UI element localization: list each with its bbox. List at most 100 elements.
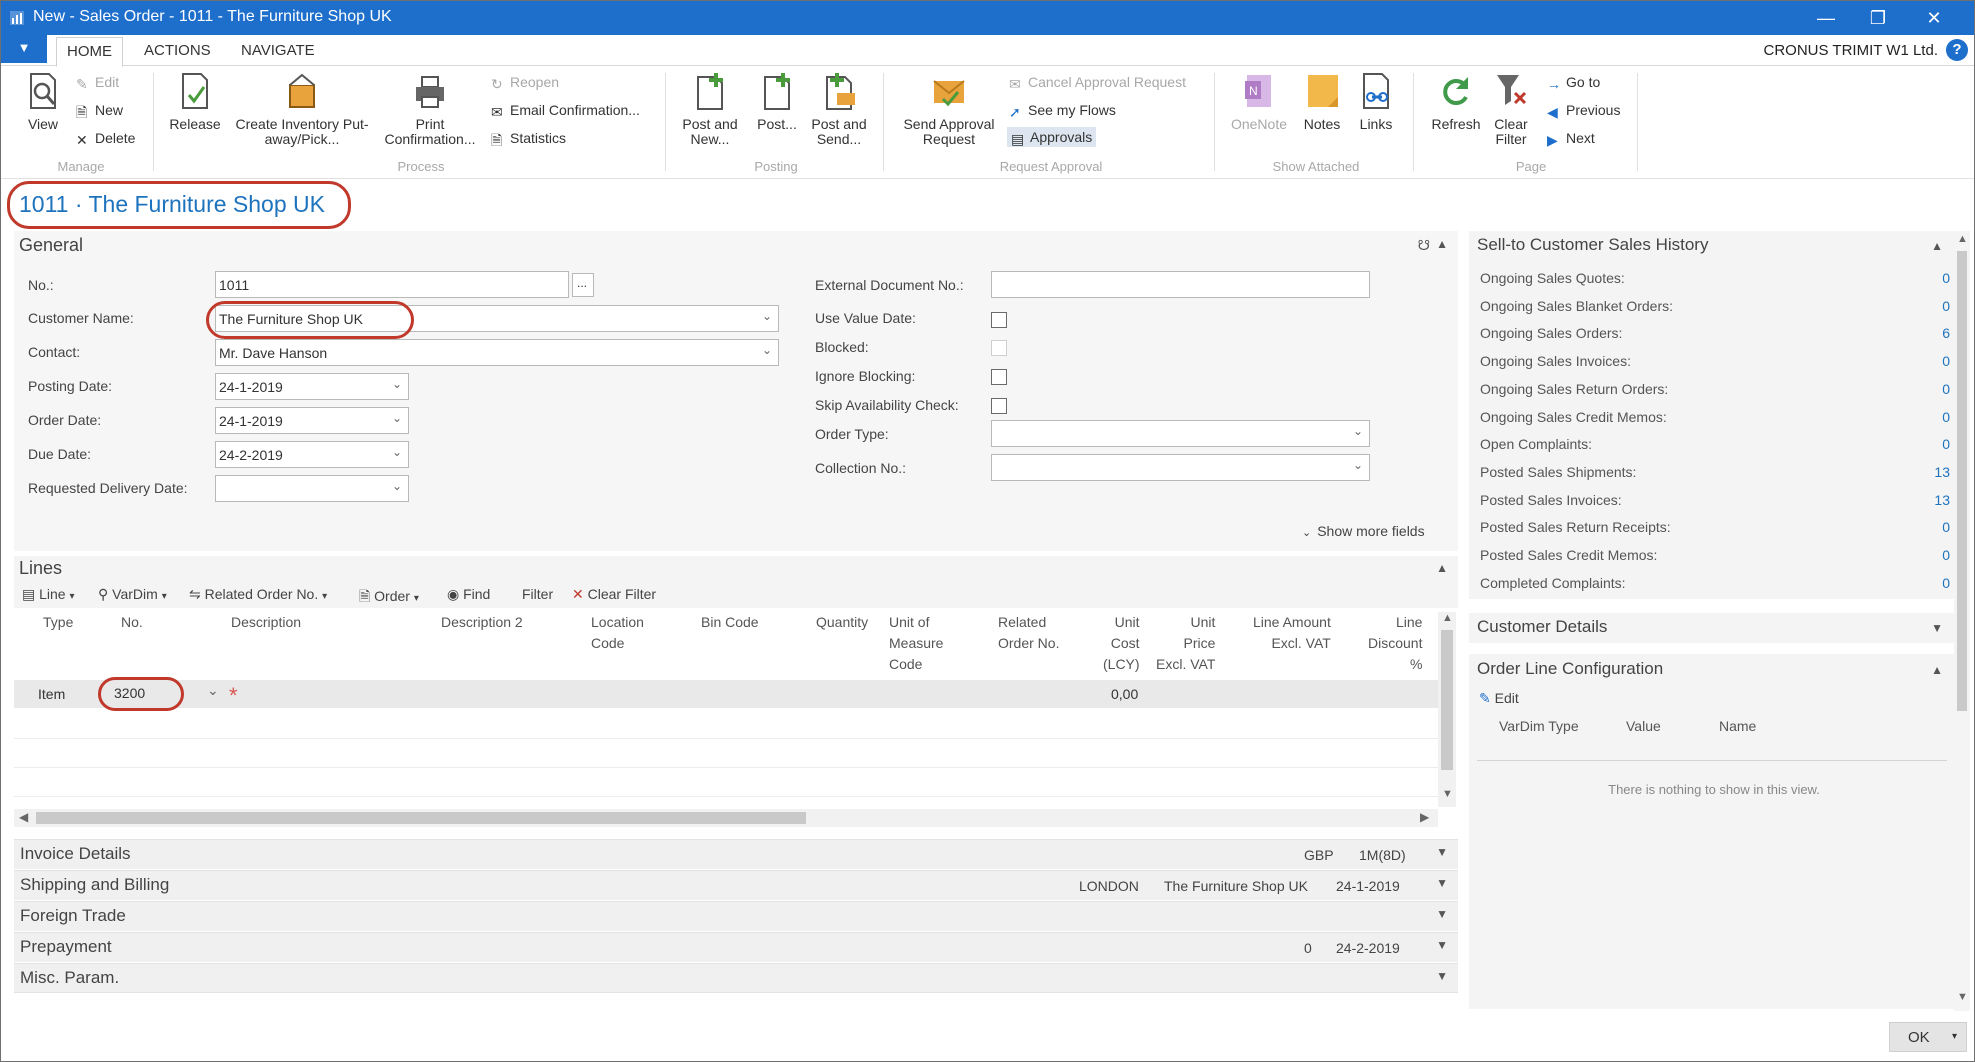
print-confirmation-button[interactable]: Print Confirmation... [379, 71, 481, 147]
history-value[interactable]: 0 [1942, 409, 1950, 425]
col-quantity[interactable]: Quantity [816, 612, 868, 633]
fasttab-foreign-trade[interactable]: Foreign Trade ▼ [14, 901, 1458, 931]
col-no[interactable]: No. [121, 612, 143, 633]
onenote-button[interactable]: N OneNote [1225, 71, 1293, 132]
col-unit-of-measure-code[interactable]: Unit of Measure Code [889, 612, 943, 675]
history-row[interactable]: Ongoing Sales Orders: 6 [1480, 325, 1962, 341]
history-value[interactable]: 13 [1934, 464, 1950, 480]
collection-no-field[interactable]: ⌄ [991, 454, 1370, 481]
use-value-date-checkbox[interactable] [991, 312, 1007, 328]
fasttab-invoice-details[interactable]: Invoice Details GBP 1M(8D) ▼ [14, 839, 1458, 869]
table-row[interactable]: Item 3200 ⌄ * 0,00 [14, 680, 1438, 708]
ok-button[interactable]: OK ▾ [1889, 1022, 1967, 1052]
chevron-down-icon[interactable]: ⌄ [762, 309, 772, 323]
col-unit-cost[interactable]: Unit Cost (LCY) [1103, 612, 1140, 675]
next-button[interactable]: ▶ Next [1547, 129, 1595, 148]
fasttab-prepayment[interactable]: Prepayment 0 24-2-2019 ▼ [14, 932, 1458, 962]
olc-edit-button[interactable]: ✎ Edit [1479, 690, 1519, 707]
col-description-2[interactable]: Description 2 [441, 612, 523, 633]
chevron-down-icon[interactable]: ⌄ [207, 682, 219, 699]
chevron-down-icon[interactable]: ▼ [1436, 845, 1448, 859]
order-date-field[interactable]: 24-1-2019 ⌄ [215, 407, 409, 434]
pin-icon[interactable]: ☋ [1418, 237, 1430, 254]
help-icon[interactable]: ? [1946, 39, 1968, 61]
history-value[interactable]: 0 [1942, 270, 1950, 286]
clear-filter-button[interactable]: Clear Filter [1491, 71, 1531, 147]
refresh-button[interactable]: Refresh [1421, 71, 1491, 132]
due-date-field[interactable]: 24-2-2019 ⌄ [215, 441, 409, 468]
ignore-blocking-checkbox[interactable] [991, 369, 1007, 385]
chevron-down-icon[interactable]: ⌄ [762, 343, 772, 357]
release-button[interactable]: Release [167, 71, 223, 132]
history-value[interactable]: 13 [1934, 492, 1950, 508]
tab-home[interactable]: HOME [56, 37, 123, 67]
chevron-down-icon[interactable]: ⌄ [392, 445, 402, 459]
line-menu[interactable]: ▤ Line ▾ [22, 586, 75, 603]
col-location-code[interactable]: Location Code [591, 612, 644, 654]
row-unit-cost[interactable]: 0,00 [1111, 686, 1138, 702]
olc-col-value[interactable]: Value [1626, 718, 1661, 734]
history-value[interactable]: 0 [1942, 519, 1950, 535]
email-confirmation-button[interactable]: ✉ Email Confirmation... [491, 101, 640, 120]
order-menu[interactable]: 🗎 Order ▾ [359, 586, 419, 610]
create-inventory-button[interactable]: Create Inventory Put-away/Pick... [227, 71, 377, 147]
post-button[interactable]: Post... [751, 71, 803, 132]
scroll-down-icon[interactable]: ▼ [1442, 788, 1453, 800]
collapse-icon[interactable]: ▲ [1931, 239, 1943, 253]
history-row[interactable]: Posted Sales Shipments: 13 [1480, 464, 1962, 480]
requested-delivery-date-field[interactable]: ⌄ [215, 475, 409, 502]
notes-button[interactable]: Notes [1297, 71, 1347, 132]
find-button[interactable]: ◉ Find [447, 586, 490, 603]
scroll-up-icon[interactable]: ▲ [1957, 233, 1968, 245]
chevron-down-icon[interactable]: ⌄ [1353, 424, 1363, 438]
history-row[interactable]: Posted Sales Credit Memos: 0 [1480, 547, 1962, 563]
history-row[interactable]: Ongoing Sales Blanket Orders: 0 [1480, 298, 1962, 314]
history-row[interactable]: Ongoing Sales Credit Memos: 0 [1480, 409, 1962, 425]
post-and-new-button[interactable]: Post and New... [673, 71, 747, 147]
chevron-down-icon[interactable]: ▼ [1436, 907, 1448, 921]
history-row[interactable]: Ongoing Sales Invoices: 0 [1480, 353, 1962, 369]
history-row[interactable]: Open Complaints: 0 [1480, 436, 1962, 452]
approvals-button[interactable]: ▤ Approvals [1007, 127, 1097, 147]
history-value[interactable]: 0 [1942, 381, 1950, 397]
fasttab-shipping-billing[interactable]: Shipping and Billing LONDON The Furnitur… [14, 870, 1458, 900]
previous-button[interactable]: ◀ Previous [1547, 101, 1620, 120]
chevron-down-icon[interactable]: ▼ [1436, 938, 1448, 952]
filter-button[interactable]: Filter [522, 586, 553, 602]
col-unit-price[interactable]: Unit Price Excl. VAT [1156, 612, 1215, 675]
scroll-up-icon[interactable]: ▲ [1442, 612, 1453, 624]
chevron-down-icon[interactable]: ▼ [1436, 969, 1448, 983]
close-button[interactable]: ✕ [1916, 5, 1952, 31]
restore-button[interactable]: ❐ [1860, 5, 1896, 31]
delete-button[interactable]: ✕ Delete [76, 129, 135, 148]
chevron-down-icon[interactable]: ⌄ [1353, 458, 1363, 472]
history-value[interactable]: 6 [1942, 325, 1950, 341]
view-button[interactable]: View [23, 71, 63, 132]
show-more-fields-link[interactable]: ⌄ Show more fields [1302, 523, 1425, 539]
collapse-icon[interactable]: ▲ [1436, 561, 1448, 575]
col-line-amount[interactable]: Line Amount Excl. VAT [1253, 612, 1331, 654]
tab-actions[interactable]: ACTIONS [144, 42, 211, 59]
scrollbar-thumb[interactable] [1957, 251, 1967, 711]
fasttab-misc-param[interactable]: Misc. Param. ▼ [14, 963, 1458, 993]
order-type-field[interactable]: ⌄ [991, 420, 1370, 447]
app-menu-button[interactable]: ▼ [1, 35, 47, 63]
scroll-left-icon[interactable]: ◀ [19, 810, 28, 824]
send-approval-request-button[interactable]: Send Approval Request [891, 71, 1007, 147]
history-value[interactable]: 0 [1942, 353, 1950, 369]
lines-horizontal-scrollbar[interactable]: ◀ ▶ [14, 809, 1438, 827]
links-button[interactable]: Links [1351, 71, 1401, 132]
row-type[interactable]: Item [38, 686, 65, 702]
history-value[interactable]: 0 [1942, 436, 1950, 452]
history-row[interactable]: Ongoing Sales Return Orders: 0 [1480, 381, 1962, 397]
contact-field[interactable]: Mr. Dave Hanson ⌄ [215, 339, 779, 366]
chevron-down-icon[interactable]: ▼ [1436, 876, 1448, 890]
post-and-send-button[interactable]: Post and Send... [804, 71, 874, 147]
statistics-button[interactable]: 🗎 Statistics [491, 129, 566, 148]
collapse-icon[interactable]: ▲ [1436, 237, 1448, 251]
new-button[interactable]: 🗎 New [76, 101, 123, 120]
minimize-button[interactable]: — [1808, 5, 1844, 31]
history-row[interactable]: Completed Complaints: 0 [1480, 575, 1962, 591]
external-document-no-field[interactable] [991, 271, 1370, 298]
no-assist-button[interactable]: ... [572, 273, 594, 297]
